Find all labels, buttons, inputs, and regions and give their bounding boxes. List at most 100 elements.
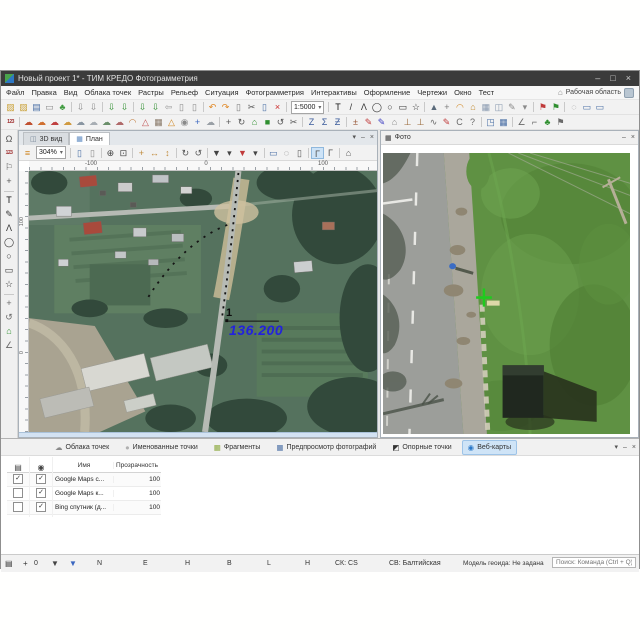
view-next-icon[interactable]: ▯ [86,147,99,159]
select-frame-icon[interactable]: ▭ [43,101,56,113]
menu-item-6[interactable]: Ситуация [205,88,239,97]
menu-item-11[interactable]: Окно [454,88,471,97]
cloud-small-icon[interactable]: ☁ [204,116,217,128]
house-green-icon[interactable]: ⌂ [248,116,261,128]
menu-item-0[interactable]: Файл [6,88,24,97]
import-1-icon[interactable]: ⇩ [74,101,87,113]
point-numbers-icon[interactable]: 123 [4,116,17,128]
pencil-2-icon[interactable]: ✎ [440,116,453,128]
line-icon[interactable]: / [344,101,357,113]
callout-icon[interactable]: ◌ [567,101,580,113]
z-sum-icon[interactable]: Σ [318,116,331,128]
polygon-icon[interactable]: ☆ [409,101,422,113]
height-system-label[interactable]: СВ: Балтийская [389,555,441,572]
point-coords-icon[interactable]: 123 [2,147,16,160]
plan-horizontal-scrollbar[interactable] [19,432,377,437]
angle-icon[interactable]: ∠ [2,339,16,352]
angle-1-icon[interactable]: ∠ [515,116,528,128]
geoid-model-label[interactable]: Модель геоида: Не задана [463,555,544,572]
zoom-combo[interactable]: 304%▾ [36,146,66,159]
menu-item-8[interactable]: Интерактивы [311,88,357,97]
rotate-ccw-icon[interactable]: ↺ [274,116,287,128]
flag-point-icon[interactable]: ⚐ [2,161,16,174]
cloud-import-icon[interactable]: ☁ [22,116,35,128]
menu-item-10[interactable]: Чертежи [417,88,447,97]
z-strike-icon[interactable]: Ƶ [331,116,344,128]
cloud-gray-icon[interactable]: ☁ [87,116,100,128]
level-2-icon[interactable]: ⊥ [414,116,427,128]
menu-item-2[interactable]: Вид [64,88,78,97]
delete-icon[interactable]: × [271,101,284,113]
filter-red-icon[interactable]: ▼ [236,147,249,159]
image-2-icon[interactable]: ◫ [492,101,505,113]
tree-icon[interactable]: ♣ [56,101,69,113]
bottom-menu-button[interactable]: ▾ [614,443,618,452]
draw-rect-icon[interactable]: ▭ [2,264,16,277]
cloud-up-icon[interactable]: ☁ [100,116,113,128]
factory-icon[interactable]: ▦ [152,116,165,128]
cloud-cut-icon[interactable]: ☁ [74,116,87,128]
print-checkbox[interactable] [13,488,23,498]
menu-item-5[interactable]: Рельеф [171,88,198,97]
arc-c-icon[interactable]: C [453,116,466,128]
save-icon[interactable]: ▤ [30,101,43,113]
zoom-extents-icon[interactable]: ⊡ [117,147,130,159]
bottom-close-button[interactable]: × [632,443,636,452]
xml-import-icon[interactable]: ⇩ [118,101,131,113]
zoom-in-icon[interactable]: ⊕ [104,147,117,159]
house-orange-icon[interactable]: ⌂ [466,101,479,113]
page-copy-icon[interactable]: ▯ [175,101,188,113]
orbit-cw-icon[interactable]: ↻ [179,147,192,159]
window-close-button[interactable]: × [626,71,631,86]
draw-polyline-icon[interactable]: Λ [2,222,16,235]
pencil-red-icon[interactable]: ✎ [362,116,375,128]
window-minimize-button[interactable]: – [595,71,600,86]
tab-plan[interactable]: ▦План [69,132,110,145]
open-project-icon[interactable]: ▨ [17,101,30,113]
workspace-user-icon[interactable] [624,88,634,98]
filter-active-icon[interactable]: ▼ [69,555,77,572]
report-icon[interactable]: ▯ [232,101,245,113]
cloud-down-icon[interactable]: ☁ [113,116,126,128]
house-green-icon[interactable]: ⌂ [2,325,16,338]
corner-snap-icon[interactable]: Γ [311,147,324,159]
dxf-export-icon[interactable]: ⇩ [149,101,162,113]
dxf-import-icon[interactable]: ⇩ [105,101,118,113]
table-row[interactable]: ✓Bing спутник (д...100 [7,501,161,515]
triangle-orange-icon[interactable]: △ [165,116,178,128]
photo-minimize-button[interactable]: – [622,133,626,142]
more-icon[interactable]: ▾ [518,101,531,113]
ellipse-icon[interactable]: ◯ [370,101,383,113]
visible-checkbox[interactable]: ✓ [36,474,46,484]
undo-icon[interactable]: ↶ [206,101,219,113]
tab-control-points[interactable]: ◩Опорные точки [386,440,457,455]
corner-free-icon[interactable]: Γ [324,147,337,159]
hand-edit-icon[interactable]: ✎ [505,101,518,113]
menu-item-12[interactable]: Тест [479,88,495,97]
command-search-input[interactable] [552,557,636,568]
menu-item-9[interactable]: Оформление [364,88,411,97]
photo-view[interactable] [381,145,638,437]
coordinate-system-label[interactable]: СК: CS [335,555,358,572]
photo-close-button[interactable]: × [631,133,635,142]
cloud-classify-icon[interactable]: ☁ [35,116,48,128]
select-rect-icon[interactable]: ▭ [267,147,280,159]
polyline-icon[interactable]: Λ [357,101,370,113]
selection-cursor-icon[interactable]: + [23,555,28,572]
plan-close-button[interactable]: × [370,133,374,142]
tab-named-points[interactable]: ●Именованные точки [119,440,204,455]
circle-icon[interactable]: ○ [383,101,396,113]
angle-2-icon[interactable]: ⌐ [528,116,541,128]
point-height-icon[interactable]: + [2,175,16,188]
cloud-ground-icon[interactable]: ☁ [48,116,61,128]
print-checkbox[interactable] [13,502,23,512]
workspace-label[interactable]: Рабочая область [566,89,621,96]
pencil-blue-icon[interactable]: ✎ [375,116,388,128]
draw-ellipse-icon[interactable]: ◯ [2,236,16,249]
square-green-icon[interactable]: ■ [261,116,274,128]
tent-icon[interactable]: △ [139,116,152,128]
select-point-icon[interactable]: Ω [2,133,16,146]
copy-icon[interactable]: ▯ [258,101,271,113]
rotate-icon[interactable]: ↺ [2,311,16,324]
text-icon[interactable]: T [331,101,344,113]
